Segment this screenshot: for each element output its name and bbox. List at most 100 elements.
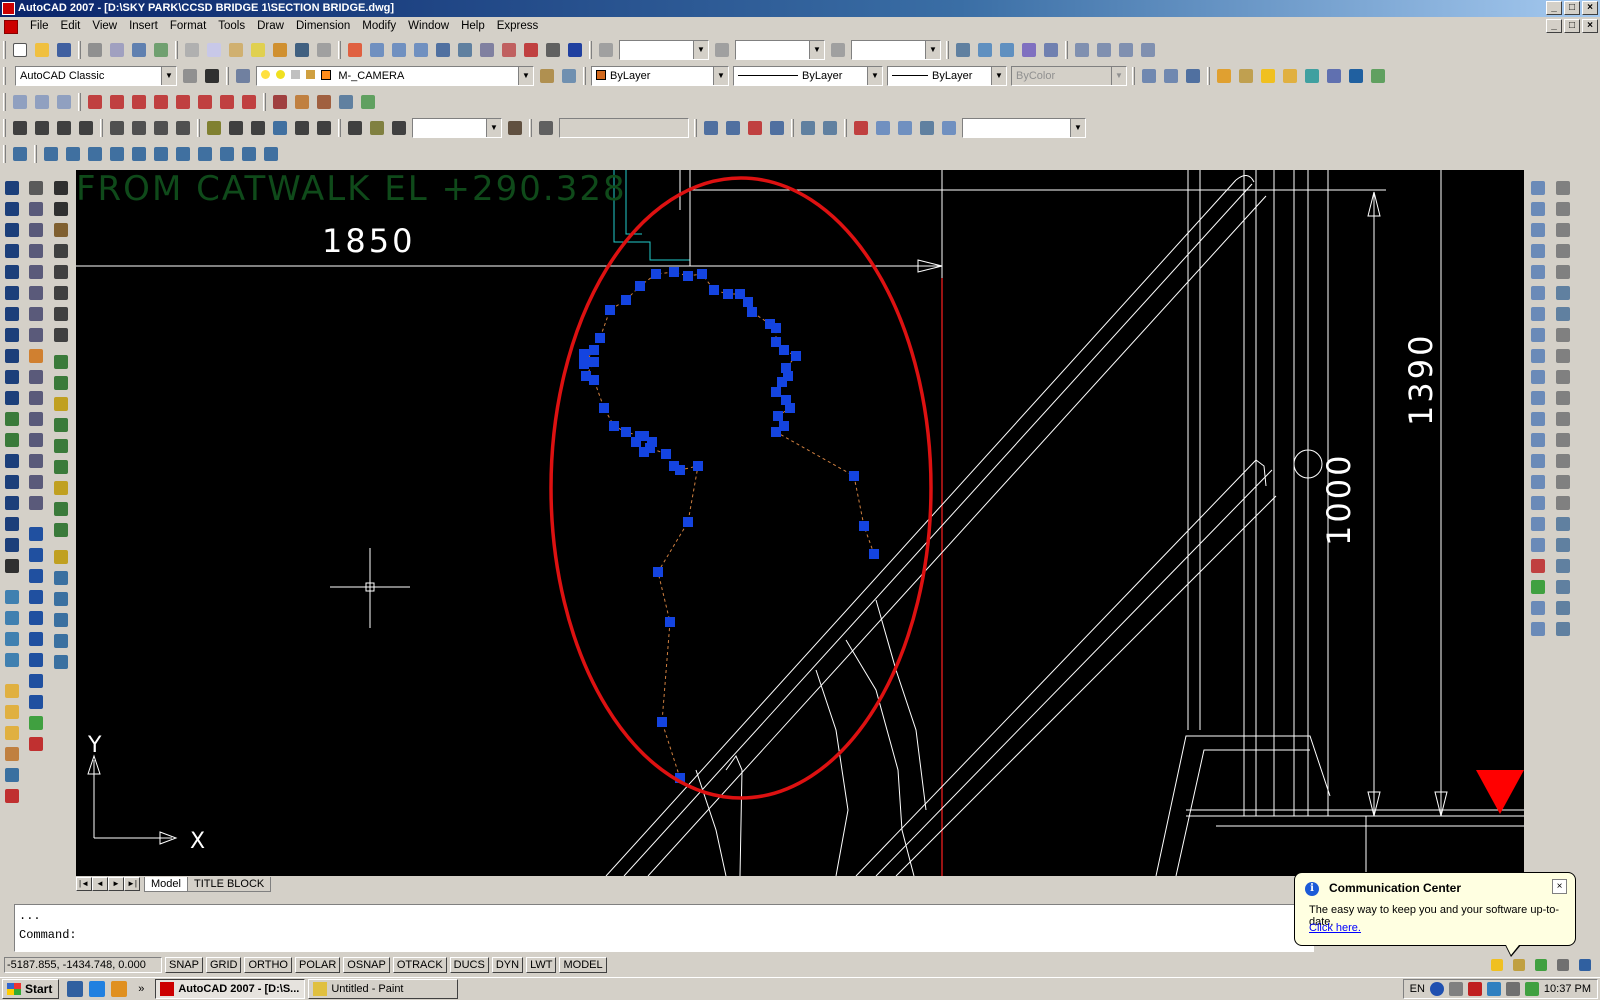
snap-icon-10[interactable] [26,713,46,733]
torus-icon[interactable] [1528,304,1548,324]
paste-icon[interactable] [226,40,246,60]
cylinder-icon[interactable] [1528,283,1548,303]
viewport-single-icon[interactable] [1072,40,1092,60]
drawing-canvas[interactable]: FROM CATWALK EL +290.328 1850 1390 1000 … [76,170,1524,876]
menu-edit[interactable]: Edit [55,17,87,36]
comm-center-icon[interactable] [1489,957,1505,973]
menu-insert[interactable]: Insert [123,17,164,36]
pyramid-icon[interactable] [1528,325,1548,345]
media-player-icon[interactable] [111,981,128,997]
ucs-origin-icon[interactable] [129,144,149,164]
grip-point[interactable] [599,403,609,413]
grip-point[interactable] [693,461,703,471]
command-window[interactable]: ... Command: [14,904,1314,952]
polysolid-icon[interactable] [1528,178,1548,198]
grip-point[interactable] [661,449,671,459]
snap-icon-11[interactable] [26,734,46,754]
spline-icon[interactable] [2,346,22,366]
light-icon-1[interactable] [1214,66,1234,86]
toolbar-grip[interactable] [3,67,6,85]
menu-draw[interactable]: Draw [251,17,290,36]
publish-icon[interactable] [129,40,149,60]
render-env-icon[interactable] [1346,66,1366,86]
grip-point[interactable] [605,305,615,315]
subtract-icon[interactable] [32,92,52,112]
toolbar-grip[interactable] [3,93,6,111]
lineweight-combo[interactable]: ByLayer ▼ [887,66,1007,86]
advanced-render-icon[interactable] [1368,66,1388,86]
grip-point[interactable] [653,567,663,577]
shell-icon[interactable] [336,92,356,112]
rotate-icon[interactable] [26,304,46,324]
plot-icon[interactable] [85,40,105,60]
wedge-icon[interactable] [1528,220,1548,240]
snap-icon-8[interactable] [26,671,46,691]
move-icon[interactable] [26,283,46,303]
layer-tb-icon-4[interactable] [51,415,71,435]
view-icon-17[interactable] [1553,514,1573,534]
diameter-dim-icon[interactable] [151,118,171,138]
break-icon[interactable] [26,409,46,429]
tab-first-button[interactable]: |◄ [76,877,92,891]
undo-icon[interactable] [292,40,312,60]
ortho-toggle[interactable]: ORTHO [244,957,292,973]
menu-view[interactable]: View [86,17,123,36]
dim-update-icon[interactable] [389,118,409,138]
workspace-settings-icon[interactable] [180,66,200,86]
light-tb-icon-4[interactable] [2,744,22,764]
view-icon-15[interactable] [1553,472,1573,492]
tab-last-button[interactable]: ►| [124,877,140,891]
coordinate-readout[interactable]: -5187.855, -1434.748, 0.000 [4,957,162,973]
toolbar-grip[interactable] [1132,67,1135,85]
free-orbit-icon[interactable] [820,118,840,138]
silhouette-path[interactable] [583,271,875,779]
loft-icon[interactable] [1528,472,1548,492]
ucs-apply-icon[interactable] [261,144,281,164]
subtract-v-icon[interactable] [1528,514,1548,534]
view-icon-14[interactable] [1553,451,1573,471]
angular-dim-icon[interactable] [173,118,193,138]
sphere-icon[interactable] [1528,262,1548,282]
join-icon[interactable] [26,430,46,450]
view-icon-9[interactable] [1553,346,1573,366]
color-combo[interactable]: ByLayer ▼ [591,66,729,86]
table-icon[interactable] [2,535,22,555]
planar-surface-icon[interactable] [1528,367,1548,387]
render-tb-icon-3[interactable] [1183,66,1203,86]
properties-icon[interactable] [433,40,453,60]
union-icon[interactable] [10,92,30,112]
zoom-previous-icon[interactable] [411,40,431,60]
view-icon-3[interactable] [1553,220,1573,240]
view-icon-6[interactable] [1553,283,1573,303]
grip-point[interactable] [669,461,679,471]
inquiry-icon-1[interactable] [51,547,71,567]
snap-icon-2[interactable] [26,545,46,565]
grip-point[interactable] [657,717,667,727]
justify-text-icon[interactable] [51,325,71,345]
viewport-scale-icon[interactable] [1138,40,1158,60]
snap-icon-1[interactable] [26,524,46,544]
grip-point[interactable] [723,289,733,299]
selected-polyline[interactable] [579,267,879,783]
snap-toggle[interactable]: SNAP [165,957,203,973]
tray-icon-3[interactable] [1467,982,1482,996]
grip-point[interactable] [595,333,605,343]
union-v-icon[interactable] [1528,493,1548,513]
light-tb-icon-5[interactable] [2,765,22,785]
continue-dim-icon[interactable] [248,118,268,138]
grip-point[interactable] [581,371,591,381]
grip-point[interactable] [869,549,879,559]
ducs-toggle[interactable]: DUCS [449,957,489,973]
close-button[interactable]: × [1582,1,1598,15]
polyline-icon[interactable] [2,220,22,240]
multiline-text-icon[interactable] [2,556,22,576]
lwt-toggle[interactable]: LWT [526,957,557,973]
menu-dimension[interactable]: Dimension [290,17,356,36]
markup-icon[interactable] [521,40,541,60]
3d-move-icon[interactable] [1528,556,1548,576]
view-icon-2[interactable] [1553,199,1573,219]
fillet-icon[interactable] [26,472,46,492]
grip-point[interactable] [743,297,753,307]
minimize-button[interactable]: _ [1546,1,1562,15]
grip-point[interactable] [669,267,679,277]
